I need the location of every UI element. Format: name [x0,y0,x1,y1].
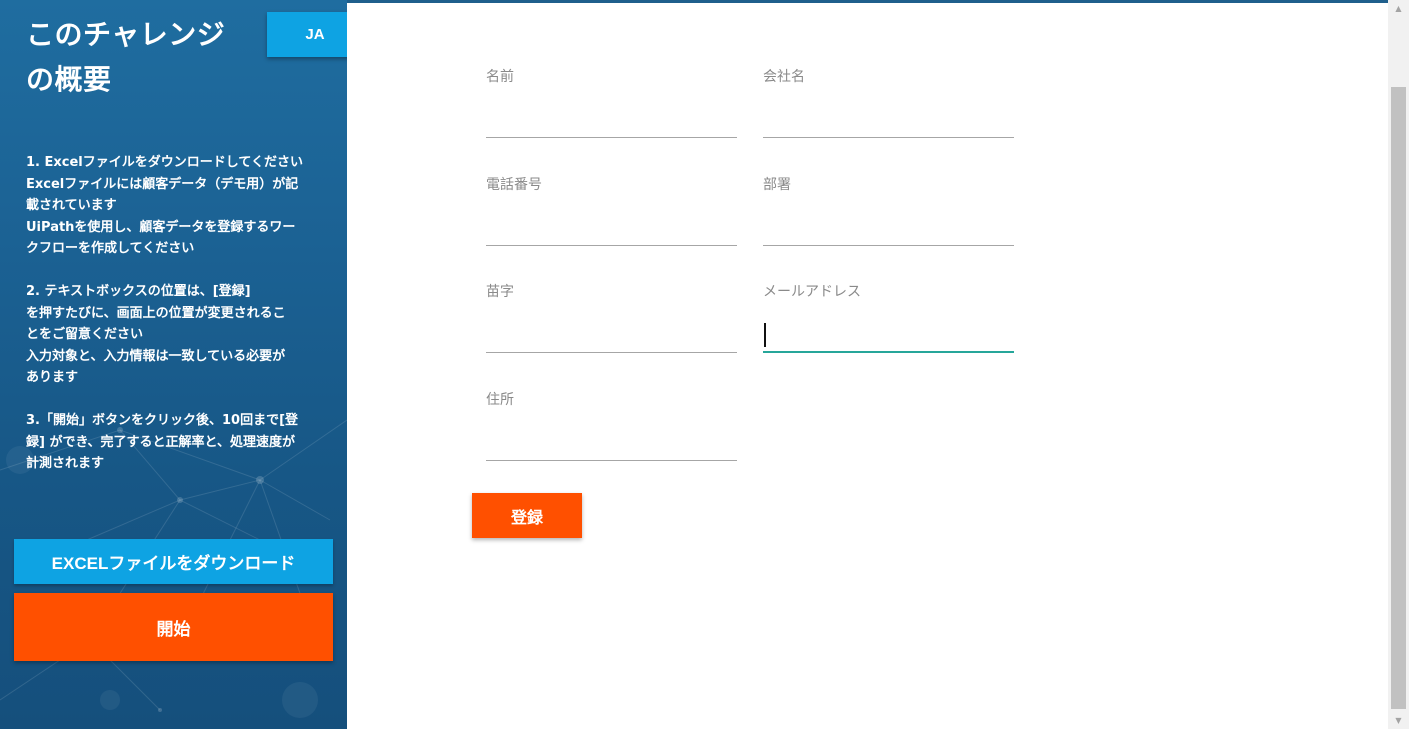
company-input[interactable] [763,96,1014,138]
address-input[interactable] [486,419,737,461]
phone-input[interactable] [486,204,737,246]
address-label: 住所 [486,392,514,408]
phone-label: 電話番号 [486,177,542,193]
page: このチャレンジ の概要 JA 1. Excelファイルをダウンロードしてください… [0,0,1409,729]
instruction-line: あります [26,370,79,385]
download-excel-button[interactable]: EXCELファイルをダウンロード [14,539,333,584]
surname-label: 苗字 [486,284,514,300]
instruction-line: 入力対象と、入力情報は一致している必要が [26,348,286,364]
instruction-step-3: 3.「開始」ボタンをクリック後、10回まで[登 録] ができ、完了すると正解率と… [26,410,326,475]
email-label: メールアドレス [763,284,861,300]
instruction-line: 3.「開始」ボタンをクリック後、10回まで[登 [26,413,299,428]
department-input[interactable] [763,204,1014,246]
instruction-line: 録] ができ、完了すると正解率と、処理速度が [26,434,296,450]
company-field: 会社名 [763,68,1014,148]
company-label: 会社名 [763,69,805,85]
scroll-down-arrow-icon[interactable]: ▼ [1388,712,1409,729]
sidebar-title-line1: このチャレンジ [26,18,226,51]
vertical-scrollbar[interactable]: ▲ ▼ [1388,0,1409,729]
department-field: 部署 [763,176,1014,256]
instruction-step-2: 2. テキストボックスの位置は、[登録] を押すたびに、画面上の位置が変更される… [26,281,326,389]
instruction-line: クフローを作成してください [26,241,195,256]
instruction-line: 計測されます [26,456,105,471]
instruction-line: UiPathを使用し、顧客データを登録するワー [26,219,296,235]
scroll-thumb[interactable] [1391,87,1406,709]
email-field: メールアドレス [763,283,1014,363]
name-input[interactable] [486,96,737,138]
sidebar-title: このチャレンジ の概要 [26,12,258,102]
instruction-line: 2. テキストボックスの位置は、[登録] [26,284,251,299]
instruction-line: Excelファイルには顧客データ（デモ用）が記 [26,176,299,192]
email-input[interactable] [763,311,1014,353]
surname-field: 苗字 [486,283,737,363]
text-caret [764,323,766,347]
name-field: 名前 [486,68,737,148]
instruction-line: 1. Excelファイルをダウンロードしてください [26,155,303,170]
instructions: 1. Excelファイルをダウンロードしてください Excelファイルには顧客デ… [26,152,326,496]
instruction-step-1: 1. Excelファイルをダウンロードしてください Excelファイルには顧客デ… [26,152,326,260]
instruction-line: とをご留意ください [26,327,144,342]
instruction-line: を押すたびに、画面上の位置が変更されるこ [26,305,286,321]
language-button[interactable]: JA [267,12,347,57]
department-label: 部署 [763,177,791,193]
name-label: 名前 [486,69,514,85]
instruction-line: 載されています [26,198,117,213]
sidebar-title-line2: の概要 [26,63,112,96]
top-border-line [347,0,1388,3]
phone-field: 電話番号 [486,176,737,256]
sidebar: このチャレンジ の概要 JA 1. Excelファイルをダウンロードしてください… [0,0,347,729]
submit-button[interactable]: 登録 [472,493,582,538]
address-field: 住所 [486,391,737,471]
scroll-up-arrow-icon[interactable]: ▲ [1388,0,1409,17]
surname-input[interactable] [486,311,737,353]
start-button[interactable]: 開始 [14,593,333,661]
